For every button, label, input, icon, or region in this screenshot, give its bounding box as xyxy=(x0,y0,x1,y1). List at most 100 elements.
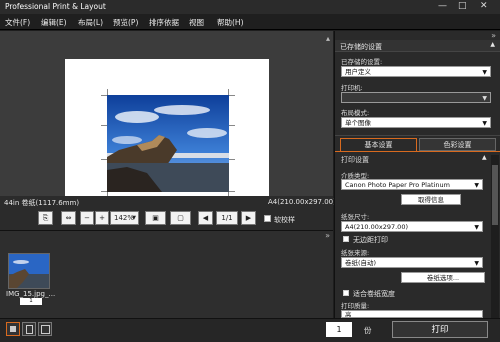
view-split-button[interactable] xyxy=(22,322,36,336)
borderless-label: 无边距打印 xyxy=(353,236,388,244)
copies-input[interactable]: 1 xyxy=(326,322,352,337)
bottom-bar: 1 份 打印 xyxy=(0,318,500,342)
fit-roll-width-label: 适合卷纸宽度 xyxy=(353,290,395,298)
expand-icon[interactable]: » xyxy=(325,231,330,240)
minimize-button[interactable]: — xyxy=(438,1,447,11)
chevron-down-icon: ▼ xyxy=(482,95,487,102)
saved-settings-value: 用户定义 xyxy=(345,68,371,76)
view-thumbnail-button[interactable] xyxy=(38,322,52,336)
panel-scrollbar[interactable] xyxy=(491,155,499,318)
photo-image[interactable] xyxy=(107,95,229,192)
saved-settings-label: 已存储的设置: xyxy=(341,58,383,66)
paper-source-select[interactable]: 卷纸(自动) ▼ xyxy=(341,257,483,268)
title-bar: Professional Print & Layout — □ ✕ xyxy=(0,0,500,14)
layout-mode-select[interactable]: 单个图像 ▼ xyxy=(341,117,491,128)
paper-size-value: A4(210.00x297.00) xyxy=(345,223,408,231)
copies-value: 1 xyxy=(336,325,342,334)
print-settings-title: 打印设置 xyxy=(341,156,369,164)
zoom-in-icon: + xyxy=(99,214,105,222)
paper-source-value: 卷纸(自动) xyxy=(345,259,377,267)
info-bar: 44in 卷纸(1117.6mm) A4(210.00x297.00) xyxy=(0,196,336,208)
fit-icon: ⇔ xyxy=(65,214,72,222)
thumbnail-copies-value: 1 xyxy=(29,298,33,304)
zoom-in-button[interactable]: + xyxy=(95,211,109,225)
menu-view[interactable]: 视图 xyxy=(189,17,204,28)
maximize-button[interactable]: □ xyxy=(458,1,467,11)
chevron-down-icon: ▼ xyxy=(482,69,487,76)
print-button[interactable]: 打印 xyxy=(392,321,488,338)
zoom-out-button[interactable]: − xyxy=(80,211,94,225)
collapse-icon[interactable]: ▴ xyxy=(326,34,330,43)
page-value: 1/1 xyxy=(221,214,233,222)
prev-page-button[interactable]: ◀ xyxy=(198,211,213,225)
chevron-up-icon: ▲ xyxy=(490,41,495,48)
soft-proof-label: 软校样 xyxy=(274,216,295,224)
menu-file[interactable]: 文件(F) xyxy=(5,17,30,28)
paper-size-info: A4(210.00x297.00) xyxy=(268,198,336,206)
view-single-button[interactable] xyxy=(6,322,20,336)
saved-settings-header[interactable]: 已存储的设置 ▲ xyxy=(335,40,500,52)
borderless-checkbox[interactable] xyxy=(343,236,349,242)
chevron-down-icon: ▼ xyxy=(482,120,487,127)
print-quality-label: 打印质量: xyxy=(341,302,370,310)
settings-panel: » 已存储的设置 ▲ 已存储的设置: 用户定义 ▼ 打印机: ▼ 布局模式: 单个… xyxy=(334,31,500,318)
menu-help[interactable]: 帮助(H) xyxy=(217,17,244,28)
saved-settings-select[interactable]: 用户定义 ▼ xyxy=(341,66,491,77)
print-quality-select[interactable]: 高 xyxy=(341,310,483,318)
media-type-select[interactable]: Canon Photo Paper Pro Platinum ▼ xyxy=(341,179,483,190)
next-icon: ▶ xyxy=(245,214,252,222)
thumbnail-area: » IMG_15.jpg_... 1 xyxy=(0,230,333,318)
page-indicator: 1/1 xyxy=(216,211,238,225)
roll-options-button[interactable]: 卷纸选项... xyxy=(401,272,485,283)
thumbnail-copies[interactable]: 1 xyxy=(20,298,42,305)
page-setup-button[interactable]: ▢ xyxy=(170,211,191,225)
copies-unit: 份 xyxy=(364,326,372,335)
page-icon: ⎘ xyxy=(42,214,49,222)
tab-basic[interactable]: 基本设置 xyxy=(340,138,417,151)
chevron-down-icon: ▼ xyxy=(132,215,136,221)
paper-size-select[interactable]: A4(210.00x297.00) ▼ xyxy=(341,221,483,232)
media-type-value: Canon Photo Paper Pro Platinum xyxy=(345,181,450,189)
zoom-out-icon: − xyxy=(84,214,90,222)
roll-paper-info: 44in 卷纸(1117.6mm) xyxy=(4,199,80,207)
close-button[interactable]: ✕ xyxy=(480,1,488,11)
chevron-down-icon: ▼ xyxy=(474,182,479,189)
single-view-icon xyxy=(10,326,16,332)
orientation-button[interactable]: ▣ xyxy=(145,211,166,225)
tab-color-label: 色彩设置 xyxy=(443,141,472,149)
menu-layout[interactable]: 布局(L) xyxy=(78,17,103,28)
printer-label: 打印机: xyxy=(341,84,363,92)
fit-width-button[interactable]: ⇔ xyxy=(61,211,76,225)
menu-sort[interactable]: 排序依据 xyxy=(149,17,179,28)
next-page-button[interactable]: ▶ xyxy=(241,211,256,225)
split-view-icon xyxy=(26,325,33,334)
scrollbar-thumb[interactable] xyxy=(492,165,498,225)
layout-mode-label: 布局模式: xyxy=(341,109,370,117)
menu-bar: 文件(F) 编辑(E) 布局(L) 预览(P) 排序依据 视图 帮助(H) xyxy=(0,14,500,30)
thumbnail-view-icon xyxy=(41,325,50,334)
prev-icon: ◀ xyxy=(202,214,209,222)
zoom-select[interactable]: 142% ▼ xyxy=(110,211,139,225)
paper-source-label: 纸张来源: xyxy=(341,249,370,257)
fit-page-button[interactable]: ⎘ xyxy=(38,211,53,225)
paper-size-label: 纸张尺寸: xyxy=(341,213,370,221)
get-info-label: 取得信息 xyxy=(418,196,444,204)
menu-edit[interactable]: 编辑(E) xyxy=(41,17,67,28)
soft-proof-checkbox[interactable] xyxy=(264,215,271,222)
tab-color[interactable]: 色彩设置 xyxy=(419,138,496,151)
fit-roll-width-checkbox[interactable] xyxy=(343,290,349,296)
chevron-up-icon: ▲ xyxy=(482,154,487,161)
print-quality-value: 高 xyxy=(345,311,352,318)
thumbnail-image[interactable] xyxy=(8,253,50,289)
collapse-panel-icon[interactable]: » xyxy=(491,31,496,40)
thumbnail-filename: IMG_15.jpg_... xyxy=(6,290,56,298)
chevron-down-icon: ▼ xyxy=(474,224,479,231)
printer-select[interactable]: ▼ xyxy=(341,92,491,103)
tab-basic-label: 基本设置 xyxy=(364,141,393,149)
chevron-down-icon: ▼ xyxy=(474,260,479,267)
orientation-icon: ▣ xyxy=(152,214,159,222)
get-info-button[interactable]: 取得信息 xyxy=(401,194,461,205)
preview-area: ▴ xyxy=(0,31,333,203)
print-button-label: 打印 xyxy=(431,325,449,335)
menu-preview[interactable]: 预览(P) xyxy=(113,17,138,28)
